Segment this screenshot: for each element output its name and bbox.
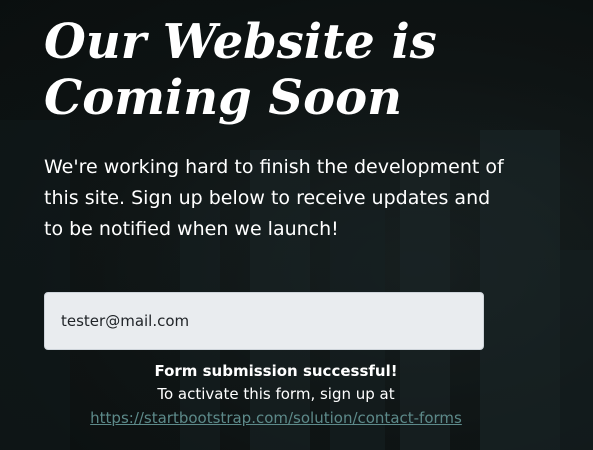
- lead-text: We're working hard to finish the develop…: [44, 156, 504, 240]
- email-input[interactable]: [44, 292, 484, 350]
- page-title: Our Website is Coming Soon: [44, 14, 564, 126]
- success-message: Form submission successful!: [154, 362, 398, 380]
- title-line-2: Coming Soon: [44, 70, 403, 126]
- contact-forms-link[interactable]: https://startbootstrap.com/solution/cont…: [90, 406, 462, 430]
- activate-note: To activate this form, sign up at: [157, 385, 395, 403]
- background-building: [560, 250, 593, 450]
- title-line-1: Our Website is: [44, 14, 437, 70]
- submission-message: Form submission successful! To activate …: [44, 360, 508, 430]
